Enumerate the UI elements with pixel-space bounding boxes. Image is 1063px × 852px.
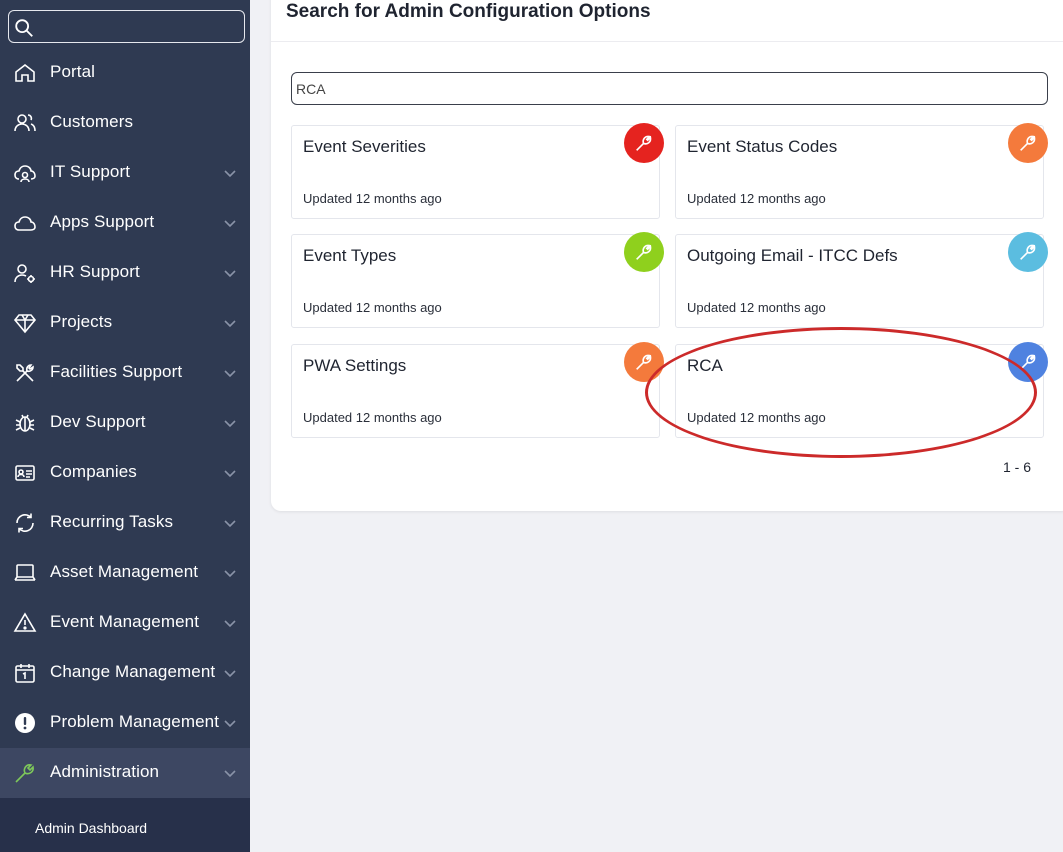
wrench-icon	[1008, 232, 1048, 272]
exclamation-circle-icon	[15, 713, 35, 733]
chevron-down-icon	[224, 720, 236, 728]
chevron-down-icon	[224, 420, 236, 428]
calendar-icon	[15, 664, 35, 683]
divider	[271, 41, 1063, 42]
page-title: Search for Admin Configuration Options	[286, 1, 651, 22]
card-title: Outgoing Email - ITCC Defs	[687, 246, 898, 265]
sidebar-item-administration[interactable]: Administration	[0, 748, 250, 798]
sidebar-item-label: Apps Support	[50, 212, 155, 231]
sidebar-item-label: IT Support	[50, 162, 131, 181]
diamond-icon	[13, 314, 37, 334]
pagination-range: 1 - 6	[1003, 459, 1032, 475]
config-card-event-status-codes[interactable]: Event Status Codes Updated 12 months ago	[675, 123, 1048, 219]
sidebar-item-companies[interactable]: Companies	[0, 448, 250, 498]
card-updated: Updated 12 months ago	[687, 300, 826, 315]
cloud-icon	[14, 216, 36, 231]
card-title: Event Types	[303, 246, 397, 265]
home-icon	[15, 63, 35, 82]
chevron-down-icon	[224, 520, 236, 528]
sidebar-item-facilities-support[interactable]: Facilities Support	[0, 348, 250, 398]
chevron-down-icon	[224, 770, 236, 778]
sidebar-item-change-management[interactable]: Change Management	[0, 648, 250, 698]
sidebar-item-recurring-tasks[interactable]: Recurring Tasks	[0, 498, 250, 548]
card-updated: Updated 12 months ago	[687, 410, 826, 425]
sidebar-item-event-management[interactable]: Event Management	[0, 598, 250, 648]
sidebar-item-label: Projects	[50, 312, 113, 331]
admin-search-field[interactable]	[291, 72, 1048, 105]
sidebar-item-label: Dev Support	[50, 412, 146, 431]
warning-icon	[13, 612, 37, 632]
card-title: PWA Settings	[303, 356, 407, 375]
card-title: RCA	[687, 356, 723, 375]
sidebar-item-label: Portal	[50, 62, 96, 81]
sidebar-item-portal[interactable]: Portal	[0, 48, 250, 98]
refresh-icon	[16, 513, 34, 533]
chevron-down-icon	[224, 170, 236, 178]
config-card-rca[interactable]: RCA Updated 12 months ago	[675, 342, 1048, 438]
sidebar-item-it-support[interactable]: IT Support	[0, 148, 250, 198]
sidebar-item-projects[interactable]: Projects	[0, 298, 250, 348]
chevron-down-icon	[224, 670, 236, 678]
config-card-outgoing-email[interactable]: Outgoing Email - ITCC Defs Updated 12 mo…	[675, 232, 1048, 328]
card-title: Event Severities	[303, 137, 426, 156]
config-card-event-severities[interactable]: Event Severities Updated 12 months ago	[291, 123, 664, 219]
admin-search-input[interactable]	[296, 79, 996, 99]
sidebar-item-label: Asset Management	[50, 562, 199, 581]
users-icon	[14, 114, 36, 132]
sidebar-item-asset-management[interactable]: Asset Management	[0, 548, 250, 598]
chevron-down-icon	[224, 570, 236, 578]
chevron-down-icon	[224, 220, 236, 228]
sidebar-item-label: Change Management	[50, 662, 216, 681]
wrench-icon	[1008, 123, 1048, 163]
chevron-down-icon	[224, 370, 236, 378]
sidebar: Portal Customers IT Support Apps Support…	[0, 0, 250, 852]
cloud-user-icon	[14, 165, 36, 183]
chevron-down-icon	[224, 470, 236, 478]
card-updated: Updated 12 months ago	[303, 410, 442, 425]
config-card-pwa-settings[interactable]: PWA Settings Updated 12 months ago	[291, 342, 664, 438]
wrench-icon	[1008, 342, 1048, 382]
sidebar-item-label: HR Support	[50, 262, 140, 281]
sidebar-item-hr-support[interactable]: HR Support	[0, 248, 250, 298]
wrench-icon	[624, 232, 664, 272]
sidebar-item-customers[interactable]: Customers	[0, 98, 250, 148]
id-card-icon	[15, 465, 35, 481]
wrench-icon	[624, 342, 664, 382]
sidebar-item-apps-support[interactable]: Apps Support	[0, 198, 250, 248]
chevron-down-icon	[224, 270, 236, 278]
chevron-down-icon	[224, 320, 236, 328]
laptop-icon	[14, 564, 36, 581]
card-updated: Updated 12 months ago	[687, 191, 826, 206]
sidebar-item-label: Customers	[50, 112, 134, 131]
card-updated: Updated 12 months ago	[303, 300, 442, 315]
bug-icon	[15, 414, 35, 432]
sidebar-item-dev-support[interactable]: Dev Support	[0, 398, 250, 448]
sidebar-subitem-label: Admin Dashboard	[35, 820, 148, 836]
sidebar-item-problem-management[interactable]: Problem Management	[0, 698, 250, 748]
tools-icon	[16, 364, 34, 382]
wrench-icon	[624, 123, 664, 163]
sidebar-item-label: Recurring Tasks	[50, 512, 174, 531]
config-card-event-types[interactable]: Event Types Updated 12 months ago	[291, 232, 664, 328]
sidebar-item-label: Administration	[50, 762, 160, 781]
chevron-down-icon	[224, 620, 236, 628]
user-gear-icon	[14, 264, 35, 283]
card-title: Event Status Codes	[687, 137, 838, 156]
card-updated: Updated 12 months ago	[303, 191, 442, 206]
sidebar-item-label: Event Management	[50, 612, 200, 631]
sidebar-item-label: Facilities Support	[50, 362, 183, 381]
wrench-icon	[15, 764, 34, 783]
search-icon	[15, 19, 33, 37]
sidebar-item-label: Companies	[50, 462, 137, 481]
sidebar-item-label: Problem Management	[50, 712, 220, 731]
sidebar-search-input[interactable]	[8, 10, 245, 43]
sidebar-subitem-admin-dashboard[interactable]: Admin Dashboard	[0, 798, 250, 852]
